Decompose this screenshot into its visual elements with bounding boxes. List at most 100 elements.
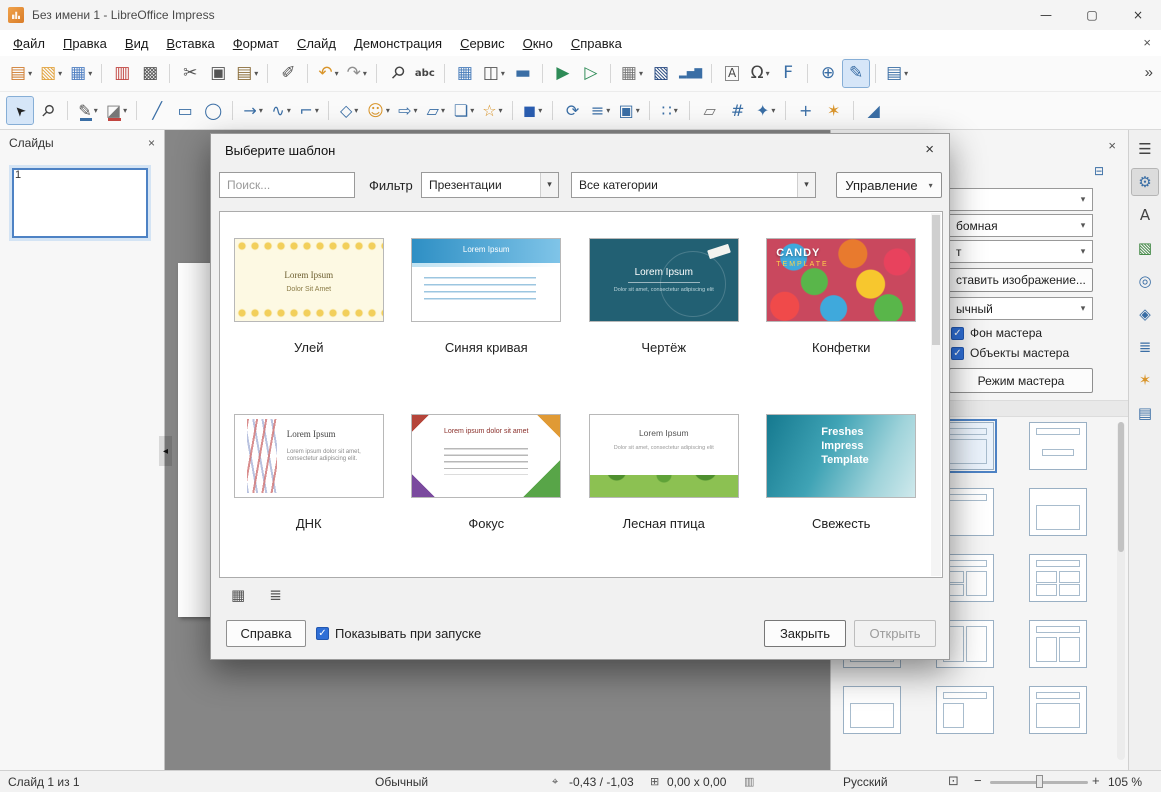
insert-table-icon[interactable]: ▦ ▾ xyxy=(609,60,646,87)
curve-icon[interactable]: ∿ ▾ xyxy=(268,97,294,124)
slides-panel-close-icon[interactable]: × xyxy=(148,136,155,150)
effects-deck-icon[interactable]: ✶ xyxy=(1132,367,1158,393)
lines-arrows-icon[interactable]: → ▾ xyxy=(232,97,266,124)
insert-textbox-icon[interactable]: A ▾ xyxy=(711,60,745,87)
menu-item[interactable]: Правка xyxy=(54,32,116,55)
special-char-icon[interactable]: Ω ▾ xyxy=(747,60,773,87)
dialog-close-icon[interactable]: × xyxy=(918,139,941,160)
layout-thumbnail[interactable] xyxy=(1029,620,1087,668)
manage-button[interactable]: Управление ▾ xyxy=(836,172,942,198)
open-template-button[interactable]: Открыть xyxy=(854,620,936,647)
transitions-deck-icon[interactable]: ◈ xyxy=(1132,301,1158,327)
connectors-icon[interactable]: ⌐ ▾ xyxy=(296,97,322,124)
layout-thumbnail[interactable] xyxy=(1029,554,1087,602)
line-color-icon[interactable]: ✎ ▾ xyxy=(67,97,101,124)
zoom-in-button[interactable]: + xyxy=(1092,773,1100,788)
navigator-deck-icon[interactable]: ◎ xyxy=(1132,268,1158,294)
glue-points-icon[interactable]: ✶ ▾ xyxy=(821,97,847,124)
print-icon[interactable]: ▩ ▾ xyxy=(137,60,163,87)
fill-color-icon[interactable]: ◪ ▾ xyxy=(103,97,130,124)
image-filter-icon[interactable]: ✦ ▾ xyxy=(753,97,779,124)
new-presentation-icon[interactable]: ▤ ▾ xyxy=(7,60,35,87)
view-mode-status[interactable]: Обычный xyxy=(375,775,428,789)
distribute-icon[interactable]: ∷ ▾ xyxy=(648,97,683,124)
language-status[interactable]: Русский xyxy=(843,775,888,789)
crop-icon[interactable]: # ▾ xyxy=(725,97,751,124)
cut-icon[interactable]: ✂ ▾ xyxy=(169,60,203,87)
menu-item[interactable]: Сервис xyxy=(451,32,514,55)
clone-formatting-icon[interactable]: ✐ ▾ xyxy=(267,60,301,87)
show-on-startup-checkbox[interactable]: ✓ xyxy=(316,627,329,640)
select-icon[interactable]: ➤ ▾ xyxy=(6,96,34,125)
block-arrows-icon[interactable]: ⇨ ▾ xyxy=(395,97,421,124)
3d-objects-icon[interactable]: ◼ ▾ xyxy=(511,97,546,124)
toolbar-overflow-button[interactable]: » xyxy=(1145,64,1153,81)
export-pdf-icon[interactable]: ▥ ▾ xyxy=(101,60,135,87)
arrange-icon[interactable]: ▣ ▾ xyxy=(616,97,643,124)
properties-deck-icon[interactable]: ⚙ xyxy=(1131,168,1159,196)
edit-points-icon[interactable]: + ▾ xyxy=(784,97,819,124)
template-card-beehive[interactable]: Lorem Ipsum Dolor Sit Amet Улей xyxy=(220,226,398,402)
styles-deck-icon[interactable]: A xyxy=(1132,202,1158,228)
undo-icon[interactable]: ↶ ▾ xyxy=(307,60,341,87)
menu-item[interactable]: Файл xyxy=(4,32,54,55)
start-first-slide-icon[interactable]: ▶ ▾ xyxy=(541,60,576,87)
save-icon[interactable]: ▦ ▾ xyxy=(67,60,95,87)
redo-icon[interactable]: ↷ ▾ xyxy=(344,60,370,87)
shadow-icon[interactable]: ▱ ▾ xyxy=(688,97,723,124)
menu-item[interactable]: Справка xyxy=(562,32,631,55)
maximize-button[interactable]: ▢ xyxy=(1069,0,1115,30)
symbol-shapes-icon[interactable]: ☺ ▾ xyxy=(364,97,393,124)
layout-thumbnail[interactable] xyxy=(1029,422,1087,470)
rectangle-icon[interactable]: ▭ ▾ xyxy=(172,97,198,124)
help-button[interactable]: Справка xyxy=(226,620,306,647)
template-list-scrollbar[interactable] xyxy=(931,213,941,576)
grid-view-icon[interactable]: ▦ xyxy=(231,586,245,604)
paste-icon[interactable]: ▤ ▾ xyxy=(233,60,261,87)
sidebar-scrollbar[interactable] xyxy=(1117,422,1125,760)
template-card-candy[interactable]: CANDY TEMPLATE Конфетки xyxy=(753,226,931,402)
list-view-icon[interactable]: ≣ xyxy=(269,586,282,604)
close-button[interactable]: × xyxy=(1115,0,1161,30)
menu-item[interactable]: Окно xyxy=(514,32,562,55)
zoom-out-button[interactable]: − xyxy=(974,773,982,788)
layout-thumbnail[interactable] xyxy=(936,686,994,734)
category-combobox[interactable]: Все категории ▾ xyxy=(571,172,816,198)
stars-icon[interactable]: ☆ ▾ xyxy=(479,97,505,124)
filter-type-combobox[interactable]: Презентации ▾ xyxy=(421,172,559,198)
new-slide-icon[interactable]: ▤ ▾ xyxy=(875,60,911,87)
rotate-icon[interactable]: ⟳ ▾ xyxy=(551,97,586,124)
template-card-blue-curve[interactable]: Lorem Ipsum Синяя кривая xyxy=(398,226,576,402)
fit-slide-icon[interactable]: ⊡ xyxy=(948,774,959,789)
master-mode-button[interactable]: Режим мастера xyxy=(949,368,1093,393)
template-card-dna[interactable]: Lorem Ipsum Lorem ipsum dolor sit amet, … xyxy=(220,402,398,577)
start-current-slide-icon[interactable]: ▷ ▾ xyxy=(578,60,604,87)
menu-item[interactable]: Демонстрация xyxy=(345,32,451,55)
sidebar-close-icon[interactable]: × xyxy=(1108,138,1116,153)
insert-line-icon[interactable]: ╱ ▾ xyxy=(136,97,170,124)
sidebar-deck-menu-icon[interactable]: ⊟ xyxy=(1094,164,1104,178)
template-list-scrollbar-thumb[interactable] xyxy=(932,215,940,345)
insert-chart-icon[interactable]: ▂▅▇ ▾ xyxy=(676,60,705,87)
template-card-forest-bird[interactable]: Lorem Ipsum Dolor sit amet, consectetur … xyxy=(575,402,753,577)
template-card-blueprint[interactable]: Lorem Ipsum Dolor sit amet, consectetur … xyxy=(575,226,753,402)
close-dialog-button[interactable]: Закрыть xyxy=(764,620,846,647)
layout-thumbnail[interactable] xyxy=(843,686,901,734)
fontwork-icon[interactable]: F ▾ xyxy=(775,60,801,87)
template-card-focus[interactable]: Lorem ipsum dolor sit amet Фокус xyxy=(398,402,576,577)
gallery-deck-icon[interactable]: ▧ xyxy=(1132,235,1158,261)
layout-thumbnail[interactable] xyxy=(1029,488,1087,536)
master-background-checkbox[interactable]: ✓ xyxy=(951,326,964,340)
zoom-slider-thumb[interactable] xyxy=(1036,775,1043,788)
template-search-input[interactable] xyxy=(219,172,355,198)
flowchart-icon[interactable]: ▱ ▾ xyxy=(423,97,449,124)
slide-thumbnail[interactable]: 1 xyxy=(12,168,148,238)
animation-deck-icon[interactable]: ≣ xyxy=(1132,334,1158,360)
ellipse-icon[interactable]: ◯ ▾ xyxy=(200,97,226,124)
sidebar-scrollbar-thumb[interactable] xyxy=(1118,422,1124,552)
callouts-icon[interactable]: ❏ ▾ xyxy=(451,97,477,124)
menu-item[interactable]: Вид xyxy=(116,32,158,55)
draw-functions-icon[interactable]: ✎ ▾ xyxy=(842,59,871,88)
align-icon[interactable]: ≡ ▾ xyxy=(588,97,614,124)
menu-item[interactable]: Вставка xyxy=(157,32,223,55)
